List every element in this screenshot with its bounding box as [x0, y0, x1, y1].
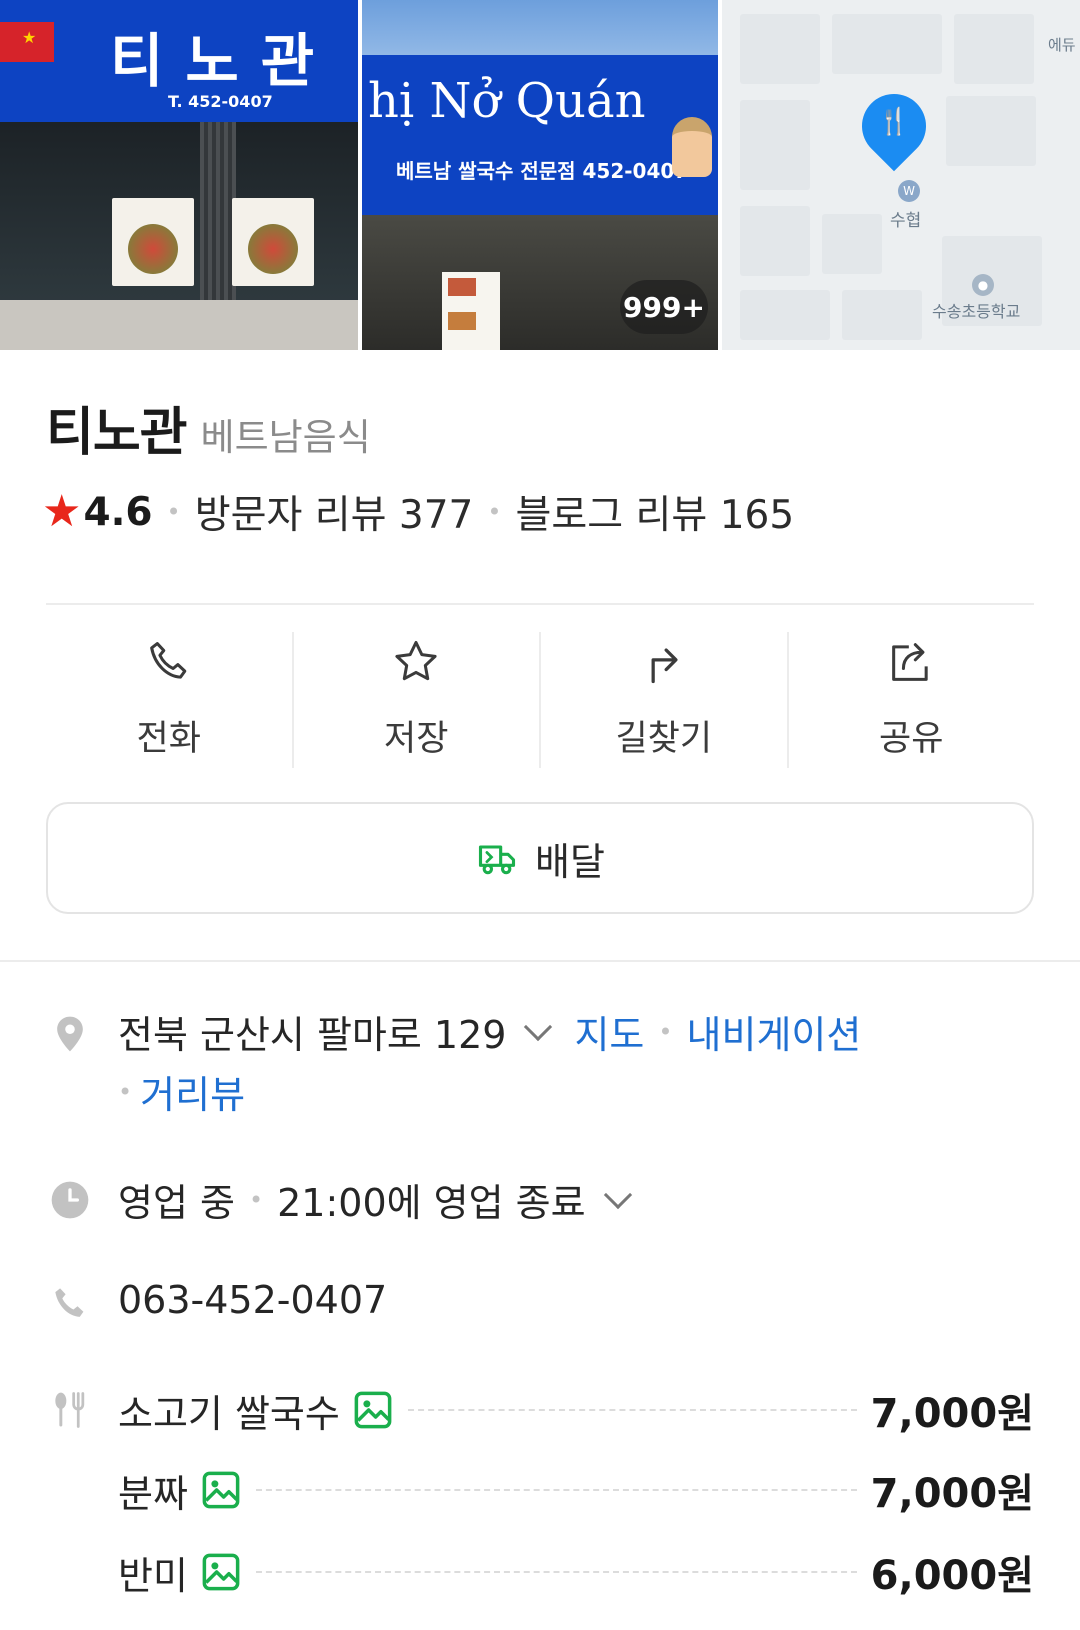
map-label-school: 수송초등학교 [932, 302, 1021, 321]
menu-item-name: 분짜 [118, 1471, 188, 1516]
delivery-truck-icon [478, 845, 516, 875]
menu-poster [442, 272, 500, 350]
blog-review-link[interactable]: 블로그 리뷰 165 [516, 484, 795, 540]
delivery-button[interactable]: 배달 [46, 802, 1034, 914]
directions-icon [651, 648, 678, 684]
image-icon[interactable] [200, 1469, 242, 1511]
visitor-review-link[interactable]: 방문자 리뷰 377 [195, 484, 474, 540]
call-label: 전화 [136, 719, 201, 759]
leader-line [255, 1489, 857, 1491]
divider [46, 603, 1034, 605]
menu-poster [112, 198, 194, 286]
separator-dot: • [487, 498, 502, 526]
shop-sign: 티노관 T. 452-0407 [0, 0, 358, 122]
menu-poster [232, 198, 314, 286]
phone-row[interactable]: 063-452-0407 [118, 1278, 387, 1322]
menu-item-name: 반미 [118, 1553, 188, 1598]
menu-item-price: 7,000원 [870, 1471, 1034, 1517]
leader-line [407, 1409, 857, 1411]
rating-value: 4.6 [83, 489, 153, 535]
image-icon[interactable] [352, 1389, 394, 1431]
storefront-photo[interactable]: 티노관 T. 452-0407 [0, 0, 358, 350]
shop-sign-subtitle: 베트남 쌀국수 전문점 452-0407 [396, 159, 689, 183]
separator-dot: • [658, 1017, 673, 1046]
address-row: 전북 군산시 팔마로 129 지도 • 내비게이션 [118, 1004, 861, 1059]
map-link[interactable]: 지도 [574, 1004, 644, 1059]
menu-item[interactable]: 분짜 7,000원 [118, 1460, 1034, 1520]
shop-sign-title: 티노관 [110, 27, 337, 95]
signboard-photo[interactable]: hị Nở Quán 베트남 쌀국수 전문점 452-0407 999+ [362, 0, 718, 350]
share-button[interactable]: 공유 [789, 632, 1035, 768]
fork-knife-icon: 🍴 [877, 107, 911, 137]
bank-icon: W [898, 180, 920, 202]
separator-dot: • [118, 1077, 133, 1106]
star-icon: ★ [42, 486, 82, 537]
chevron-down-icon[interactable] [524, 1012, 553, 1041]
action-bar: 전화 저장 길찾기 공유 [46, 632, 1034, 768]
share-label: 공유 [879, 719, 944, 759]
fork-knife-icon [55, 1392, 85, 1428]
menu-item[interactable]: 반미 6,000원 [118, 1542, 1034, 1602]
map-block [842, 290, 922, 340]
save-label: 저장 [384, 719, 449, 759]
delivery-label: 배달 [535, 839, 605, 884]
place-name: 티노관 [46, 403, 188, 463]
rating-row: ★ 4.6 • 방문자 리뷰 377 • 블로그 리뷰 165 [42, 484, 794, 540]
map-block [954, 14, 1034, 84]
mascot-icon [672, 117, 712, 177]
map-block [740, 206, 810, 276]
map-block [740, 290, 830, 340]
shop-sign-phone: T. 452-0407 [168, 92, 273, 111]
address-text: 전북 군산시 팔마로 129 [118, 1013, 507, 1057]
phone-number[interactable]: 063-452-0407 [118, 1278, 387, 1322]
photo-count-badge[interactable]: 999+ [620, 280, 708, 334]
save-button[interactable]: 저장 [294, 632, 541, 768]
map-block [946, 96, 1036, 166]
shop-sign-title: hị Nở Quán [368, 73, 646, 129]
leader-line [255, 1571, 857, 1573]
map-block [740, 100, 810, 190]
section-divider [0, 960, 1080, 962]
place-category: 베트남음식 [200, 416, 371, 459]
school-icon: ● [972, 274, 994, 296]
menu-item[interactable]: 소고기 쌀국수 7,000원 [118, 1380, 1034, 1440]
navigation-link[interactable]: 내비게이션 [687, 1004, 862, 1059]
map-block [822, 214, 882, 274]
closing-time: 21:00에 영업 종료 [277, 1181, 586, 1225]
location-pin-icon [57, 1016, 83, 1052]
share-icon [892, 643, 928, 681]
star-outline-icon [395, 640, 437, 681]
map-label-bank: 수협 [890, 211, 922, 231]
sidewalk [0, 300, 358, 350]
call-button[interactable]: 전화 [46, 632, 294, 768]
map-label-corner: 에듀 [1048, 36, 1076, 54]
chevron-down-icon[interactable] [603, 1180, 632, 1209]
shop-sign: hị Nở Quán 베트남 쌀국수 전문점 452-0407 [362, 55, 718, 215]
photo-strip[interactable]: 티노관 T. 452-0407 hị Nở Quán 베트남 쌀국수 전문점 4… [0, 0, 1080, 350]
business-status: 영업 중 [118, 1181, 235, 1225]
separator-dot: • [166, 498, 181, 526]
vietnam-flag-icon [0, 22, 54, 62]
menu-item-price: 7,000원 [870, 1391, 1034, 1437]
image-icon[interactable] [200, 1551, 242, 1593]
phone-icon [149, 642, 187, 679]
hours-row[interactable]: 영업 중 • 21:00에 영업 종료 [118, 1172, 654, 1227]
menu-item-price: 6,000원 [870, 1553, 1034, 1599]
directions-button[interactable]: 길찾기 [541, 632, 789, 768]
street-view-row: • 거리뷰 [118, 1064, 245, 1119]
map-thumbnail[interactable]: 🍴 W 수협 ● 수송초등학교 에듀 [722, 0, 1080, 350]
map-block [740, 14, 820, 84]
menu-item-name: 소고기 쌀국수 [118, 1391, 340, 1436]
map-block [832, 14, 942, 74]
phone-icon [55, 1288, 84, 1317]
separator-dot: • [248, 1185, 264, 1214]
street-view-link[interactable]: 거리뷰 [140, 1064, 245, 1119]
place-title: 티노관 베트남음식 [46, 390, 371, 465]
clock-icon [51, 1181, 89, 1219]
directions-label: 길찾기 [615, 719, 713, 759]
storefront-pillar [200, 122, 236, 302]
